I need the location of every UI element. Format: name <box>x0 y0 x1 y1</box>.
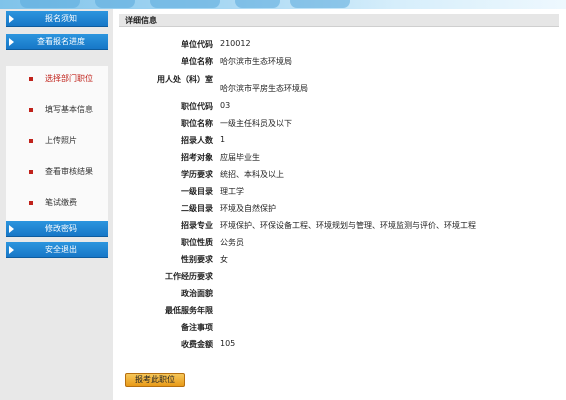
field-value: 1 <box>220 135 226 144</box>
detail-row-category-2: 二级目录 环境及自然保护 <box>123 200 543 217</box>
main-content: 详细信息 单位代码 210012 单位名称 哈尔滨市生态环境局 用人处（科）室 … <box>113 9 566 400</box>
sidebar-submenu: 选择部门职位 填写基本信息 上传照片 查看审核结果 笔试缴费 <box>6 66 108 229</box>
field-label: 工作经历要求 <box>165 272 213 281</box>
field-value: 统招、本科及以上 <box>220 170 284 179</box>
field-value: 哈尔滨市生态环境局 <box>220 57 292 66</box>
apply-position-button[interactable]: 报考此职位 <box>125 373 185 387</box>
field-label: 一级目录 <box>181 187 213 196</box>
detail-row-gender: 性别要求 女 <box>123 251 543 268</box>
bullet-icon <box>29 201 33 205</box>
banner-decoration <box>20 0 80 8</box>
bullet-icon <box>29 170 33 174</box>
bullet-icon <box>29 77 33 81</box>
field-label: 性别要求 <box>181 255 213 264</box>
nav-button-logout[interactable]: 安全退出 <box>6 242 108 258</box>
arrow-right-icon <box>9 15 14 23</box>
field-label: 招录人数 <box>181 136 213 145</box>
field-value: 环境及自然保护 <box>220 204 276 213</box>
detail-row-position-code: 职位代码 03 <box>123 98 543 115</box>
field-value: 应届毕业生 <box>220 153 260 162</box>
field-value: 公务员 <box>220 238 244 247</box>
field-label: 职位名称 <box>181 119 213 128</box>
field-label: 用人处（科）室 <box>157 75 213 84</box>
detail-row-education: 学历要求 统招、本科及以上 <box>123 166 543 183</box>
header-banner <box>0 0 566 9</box>
detail-row-work-experience: 工作经历要求 <box>123 268 543 285</box>
detail-row-position-name: 职位名称 一级主任科员及以下 <box>123 115 543 132</box>
nav-button-change-password[interactable]: 修改密码 <box>6 221 108 237</box>
detail-row-category-1: 一级目录 理工学 <box>123 183 543 200</box>
banner-decoration <box>95 0 135 8</box>
bullet-icon <box>29 139 33 143</box>
submenu-item-upload-photo[interactable]: 上传照片 <box>6 134 108 148</box>
field-label: 收费金额 <box>181 340 213 349</box>
field-label: 职位性质 <box>181 238 213 247</box>
field-label: 招考对象 <box>181 153 213 162</box>
tab-detail-info: 详细信息 <box>125 16 157 25</box>
field-label: 二级目录 <box>181 204 213 213</box>
field-label: 政治面貌 <box>181 289 213 298</box>
field-label: 职位代码 <box>181 102 213 111</box>
arrow-right-icon <box>9 38 14 46</box>
field-value: 一级主任科员及以下 <box>220 119 292 128</box>
detail-row-unit-name: 单位名称 哈尔滨市生态环境局 <box>123 53 543 70</box>
detail-row-position-type: 职位性质 公务员 <box>123 234 543 251</box>
field-label: 单位名称 <box>181 57 213 66</box>
field-value: 女 <box>220 255 228 264</box>
detail-row-majors: 招录专业 环境保护、环保设备工程、环境规划与管理、环境监测与评价、环境工程 <box>123 217 543 234</box>
field-value: 105 <box>220 339 236 348</box>
detail-row-fee: 收费金额 105 <box>123 336 543 353</box>
field-label: 单位代码 <box>181 40 213 49</box>
field-value: 03 <box>220 101 231 110</box>
banner-decoration <box>150 0 220 8</box>
detail-row-service-years: 最低服务年限 <box>123 302 543 319</box>
nav-button-view-progress[interactable]: 查看报名进度 <box>6 34 108 50</box>
field-value: 210012 <box>220 39 251 48</box>
detail-tab-bar: 详细信息 <box>119 14 559 27</box>
field-value: 理工学 <box>220 187 244 196</box>
nav-button-registration-notice[interactable]: 报名须知 <box>6 11 108 27</box>
field-label: 学历要求 <box>181 170 213 179</box>
detail-row-political-status: 政治面貌 <box>123 285 543 302</box>
field-label: 备注事项 <box>181 323 213 332</box>
banner-decoration <box>235 0 280 8</box>
field-value: 哈尔滨市平房生态环境局 <box>220 84 308 93</box>
arrow-right-icon <box>9 246 14 254</box>
bullet-icon <box>29 108 33 112</box>
banner-decoration <box>290 0 350 8</box>
submenu-item-select-position[interactable]: 选择部门职位 <box>6 72 108 86</box>
submenu-item-exam-payment[interactable]: 笔试缴费 <box>6 196 108 210</box>
sidebar: 报名须知 查看报名进度 选择部门职位 填写基本信息 上传照片 查看审核结果 笔试… <box>0 9 113 400</box>
field-label: 最低服务年限 <box>165 306 213 315</box>
field-value: 环境保护、环保设备工程、环境规划与管理、环境监测与评价、环境工程 <box>220 221 476 230</box>
detail-row-target: 招考对象 应届毕业生 <box>123 149 543 166</box>
submenu-item-fill-info[interactable]: 填写基本信息 <box>6 103 108 117</box>
detail-row-headcount: 招录人数 1 <box>123 132 543 149</box>
arrow-right-icon <box>9 225 14 233</box>
detail-row-remarks: 备注事项 <box>123 319 543 336</box>
submenu-item-review-result[interactable]: 查看审核结果 <box>6 165 108 179</box>
field-label: 招录专业 <box>181 221 213 230</box>
detail-row-unit-code: 单位代码 210012 <box>123 36 543 53</box>
